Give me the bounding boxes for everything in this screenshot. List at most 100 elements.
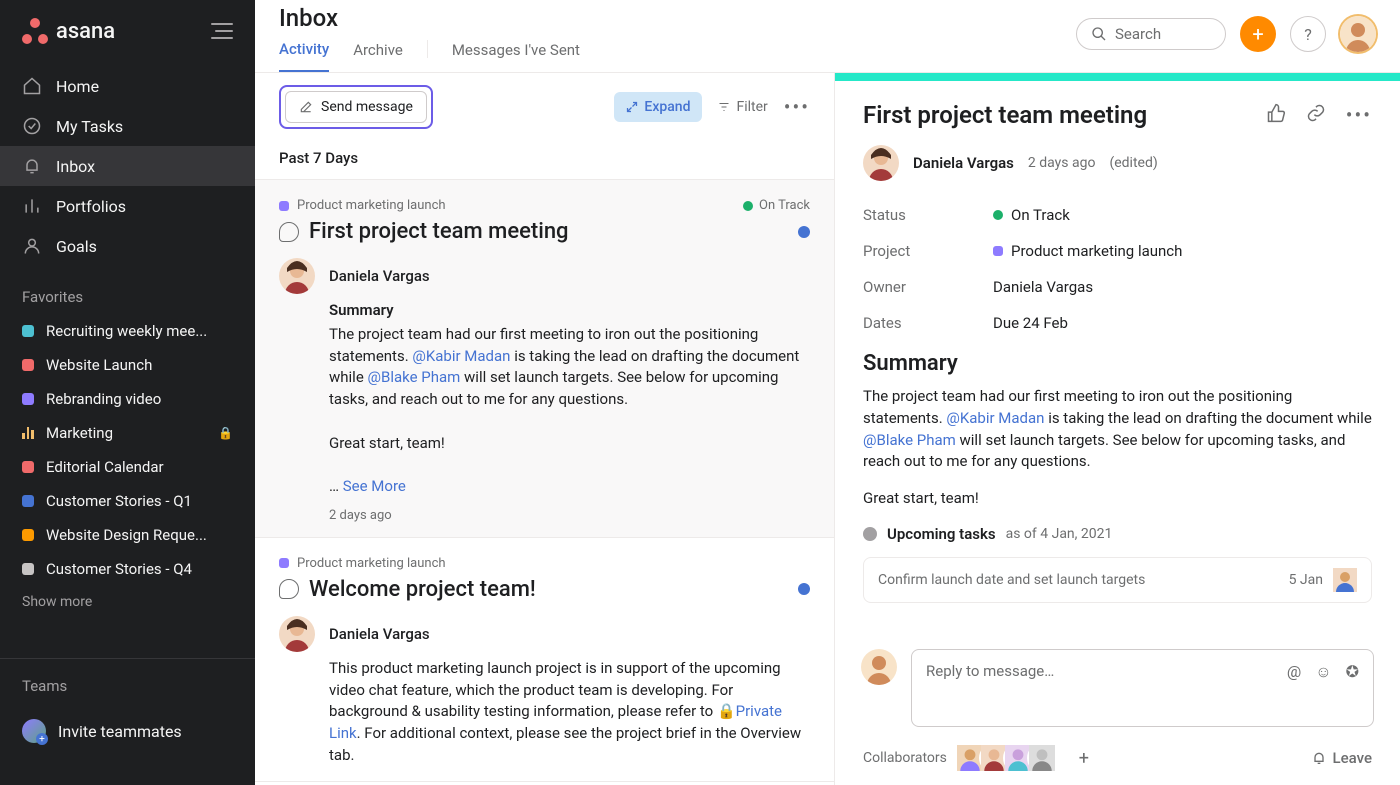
task-card[interactable]: Confirm launch date and set launch targe…	[863, 557, 1372, 603]
unread-indicator-icon	[798, 583, 810, 595]
favorite-item-rebranding[interactable]: Rebranding video	[0, 382, 255, 416]
bell-icon	[1311, 750, 1327, 766]
logo-text: asana	[56, 19, 115, 44]
author-avatar	[279, 258, 315, 294]
nav-label: Home	[56, 77, 99, 96]
team-icon: +	[22, 719, 46, 743]
favorite-item-website-design[interactable]: Website Design Reque...	[0, 518, 255, 552]
check-circle-icon	[22, 116, 42, 136]
favorite-item-recruiting[interactable]: Recruiting weekly mee...	[0, 314, 255, 348]
timestamp: 2 days ago	[279, 498, 810, 523]
tab-messages-sent[interactable]: Messages I've Sent	[452, 41, 580, 71]
closing-line: Great start, team!	[835, 479, 1400, 517]
mention[interactable]: @Kabir Madan	[412, 347, 510, 365]
send-message-button[interactable]: Send message	[285, 91, 427, 123]
logo[interactable]: asana	[22, 18, 115, 44]
task-due: 5 Jan	[1289, 572, 1323, 588]
expand-icon	[626, 101, 638, 113]
nav-goals[interactable]: Goals	[0, 226, 255, 266]
lock-icon: 🔒	[218, 426, 233, 440]
emoji-icon[interactable]: ☺	[1315, 662, 1331, 714]
search-input[interactable]: Search	[1076, 18, 1226, 50]
project-dot-icon	[993, 246, 1003, 256]
conversation-icon	[279, 222, 299, 242]
inbox-list: Send message Expand Filter ••• Past 7 Da…	[255, 73, 835, 785]
summary-body: The project team had our first meeting t…	[835, 380, 1400, 479]
more-options-button[interactable]: •••	[784, 95, 810, 119]
collaborator-avatar[interactable]	[1027, 743, 1057, 773]
field-value: Due 24 Feb	[993, 314, 1068, 332]
home-icon	[22, 76, 42, 96]
tab-activity[interactable]: Activity	[279, 40, 329, 72]
expand-button[interactable]: Expand	[614, 92, 702, 122]
favorites-heading: Favorites	[0, 270, 255, 314]
nav-label: My Tasks	[56, 117, 123, 136]
tab-archive[interactable]: Archive	[353, 41, 403, 71]
nav-my-tasks[interactable]: My Tasks	[0, 106, 255, 146]
time-range-label: Past 7 Days	[255, 141, 834, 180]
author-name: Daniela Vargas	[329, 625, 430, 643]
detail-more-button[interactable]: •••	[1346, 103, 1372, 127]
summary-heading: Summary	[329, 300, 810, 324]
compose-icon	[299, 100, 313, 114]
favorite-item-editorial[interactable]: Editorial Calendar	[0, 450, 255, 484]
help-button[interactable]: ?	[1290, 16, 1326, 52]
at-mention-icon[interactable]: @	[1287, 662, 1301, 714]
project-name: Product marketing launch	[297, 198, 446, 213]
search-icon	[1091, 26, 1107, 42]
leave-button[interactable]: Leave	[1311, 749, 1373, 767]
mention[interactable]: @Blake Pham	[863, 431, 956, 449]
field-label: Owner	[863, 278, 993, 296]
inbox-item[interactable]: Product marketing launch Welcome project…	[255, 538, 834, 782]
inbox-item[interactable]: Product marketing launch On Track First …	[255, 180, 834, 538]
see-more-link[interactable]: See More	[343, 477, 406, 495]
copy-link-button[interactable]	[1306, 103, 1326, 127]
mention[interactable]: @Kabir Madan	[946, 409, 1044, 427]
nav-portfolios[interactable]: Portfolios	[0, 186, 255, 226]
favorite-item-website-launch[interactable]: Website Launch	[0, 348, 255, 382]
mention[interactable]: @Blake Pham	[368, 368, 461, 386]
chart-bars-icon	[22, 196, 42, 216]
add-collaborator-button[interactable]: +	[1071, 745, 1097, 771]
nav-home[interactable]: Home	[0, 66, 255, 106]
collapse-sidebar-icon[interactable]	[211, 23, 233, 39]
edited-label: (edited)	[1109, 155, 1157, 171]
project-dot-icon	[279, 201, 289, 211]
project-dot-icon	[279, 558, 289, 568]
filter-icon	[718, 101, 730, 113]
collaborator-avatars	[961, 743, 1057, 773]
nav-inbox[interactable]: Inbox	[0, 146, 255, 186]
search-placeholder: Search	[1115, 25, 1161, 43]
bell-icon	[22, 156, 42, 176]
author-avatar	[279, 616, 315, 652]
field-label: Project	[863, 242, 993, 260]
nav-label: Goals	[56, 237, 97, 256]
page-title: Inbox	[279, 0, 1076, 32]
filter-button[interactable]: Filter	[718, 99, 767, 115]
message-detail: First project team meeting ••• Daniela V…	[835, 73, 1400, 785]
conversation-icon	[279, 579, 299, 599]
summary-heading: Summary	[835, 347, 1400, 380]
favorite-item-cs-q1[interactable]: Customer Stories - Q1	[0, 484, 255, 518]
star-icon[interactable]: ✪	[1346, 662, 1359, 714]
sidebar: asana Home My Tasks Inbox Portfolios Goa…	[0, 0, 255, 785]
field-value: Daniela Vargas	[993, 278, 1093, 296]
favorite-item-marketing[interactable]: Marketing🔒	[0, 416, 255, 450]
user-avatar[interactable]	[1340, 16, 1376, 52]
field-label: Status	[863, 206, 993, 224]
author-name: Daniela Vargas	[913, 154, 1014, 172]
message-title: Welcome project team!	[309, 577, 788, 602]
main: Inbox Activity Archive Messages I've Sen…	[255, 0, 1400, 785]
field-label: Dates	[863, 314, 993, 332]
project-name: Product marketing launch	[297, 556, 446, 571]
invite-teammates[interactable]: + Invite teammates	[0, 703, 255, 759]
status-dot-icon	[743, 201, 753, 211]
show-more[interactable]: Show more	[0, 586, 255, 618]
author-name: Daniela Vargas	[329, 267, 430, 285]
reply-input[interactable]: Reply to message… @ ☺ ✪	[911, 649, 1374, 727]
like-button[interactable]	[1266, 103, 1286, 127]
favorite-item-cs-q4[interactable]: Customer Stories - Q4	[0, 552, 255, 586]
author-avatar	[863, 145, 899, 181]
create-button[interactable]: +	[1240, 16, 1276, 52]
field-value[interactable]: Product marketing launch	[993, 242, 1182, 260]
